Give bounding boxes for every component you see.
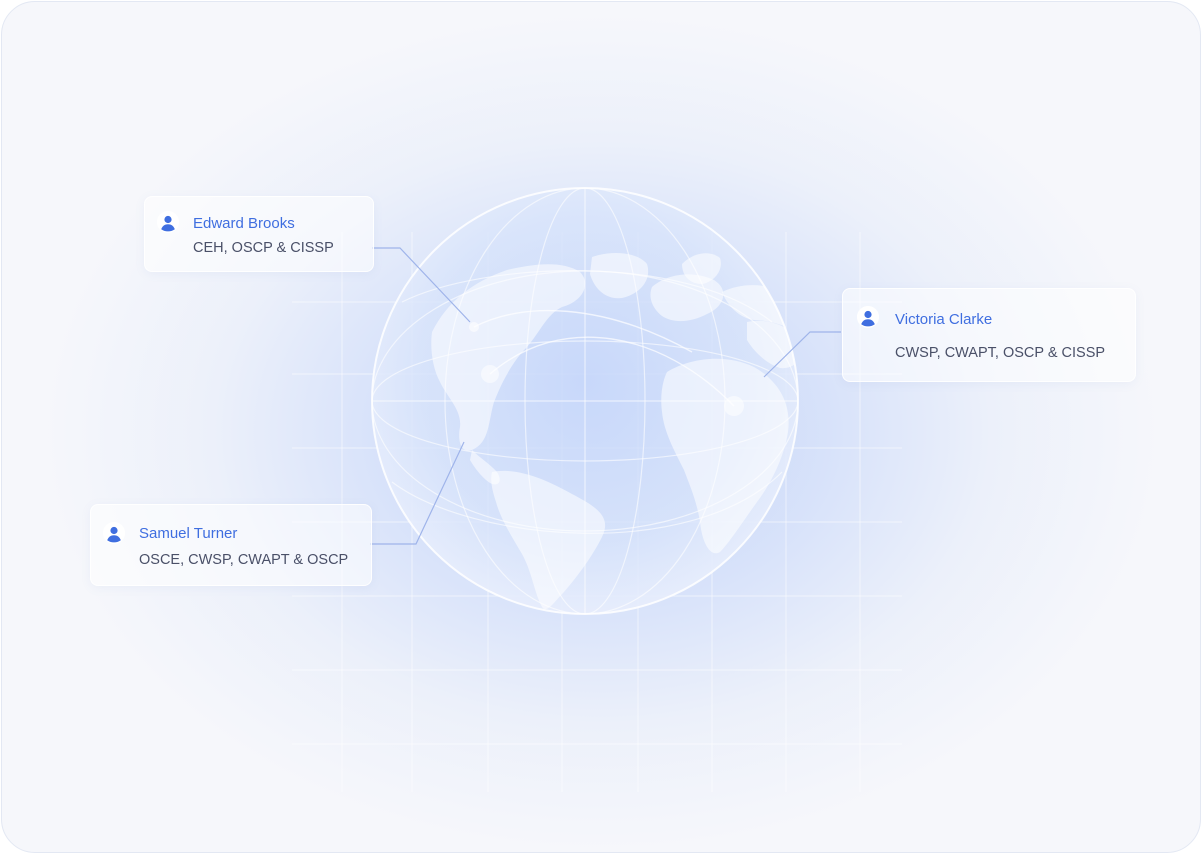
avatar: [103, 522, 125, 544]
expert-certifications: OSCE, CWSP, CWAPT & OSCP: [139, 552, 349, 568]
expert-name: Victoria Clarke: [895, 311, 993, 328]
globe-illustration: [292, 187, 902, 792]
expert-name: Edward Brooks: [193, 215, 295, 232]
globe: [371, 187, 799, 615]
avatar: [157, 211, 179, 233]
expert-certifications: CEH, OSCP & CISSP: [193, 240, 334, 256]
expert-certifications: CWSP, CWAPT, OSCP & CISSP: [895, 345, 1106, 361]
illustration-panel: Edward Brooks CEH, OSCP & CISSP Victoria…: [1, 1, 1201, 853]
user-icon: [157, 211, 179, 233]
expert-card-samuel: Samuel Turner OSCE, CWSP, CWAPT & OSCP: [90, 504, 372, 586]
avatar: [857, 306, 879, 328]
user-icon: [103, 522, 125, 544]
expert-name: Samuel Turner: [139, 525, 238, 542]
user-icon: [857, 306, 879, 328]
expert-card-victoria: Victoria Clarke CWSP, CWAPT, OSCP & CISS…: [842, 288, 1136, 382]
expert-card-edward: Edward Brooks CEH, OSCP & CISSP: [144, 196, 374, 272]
